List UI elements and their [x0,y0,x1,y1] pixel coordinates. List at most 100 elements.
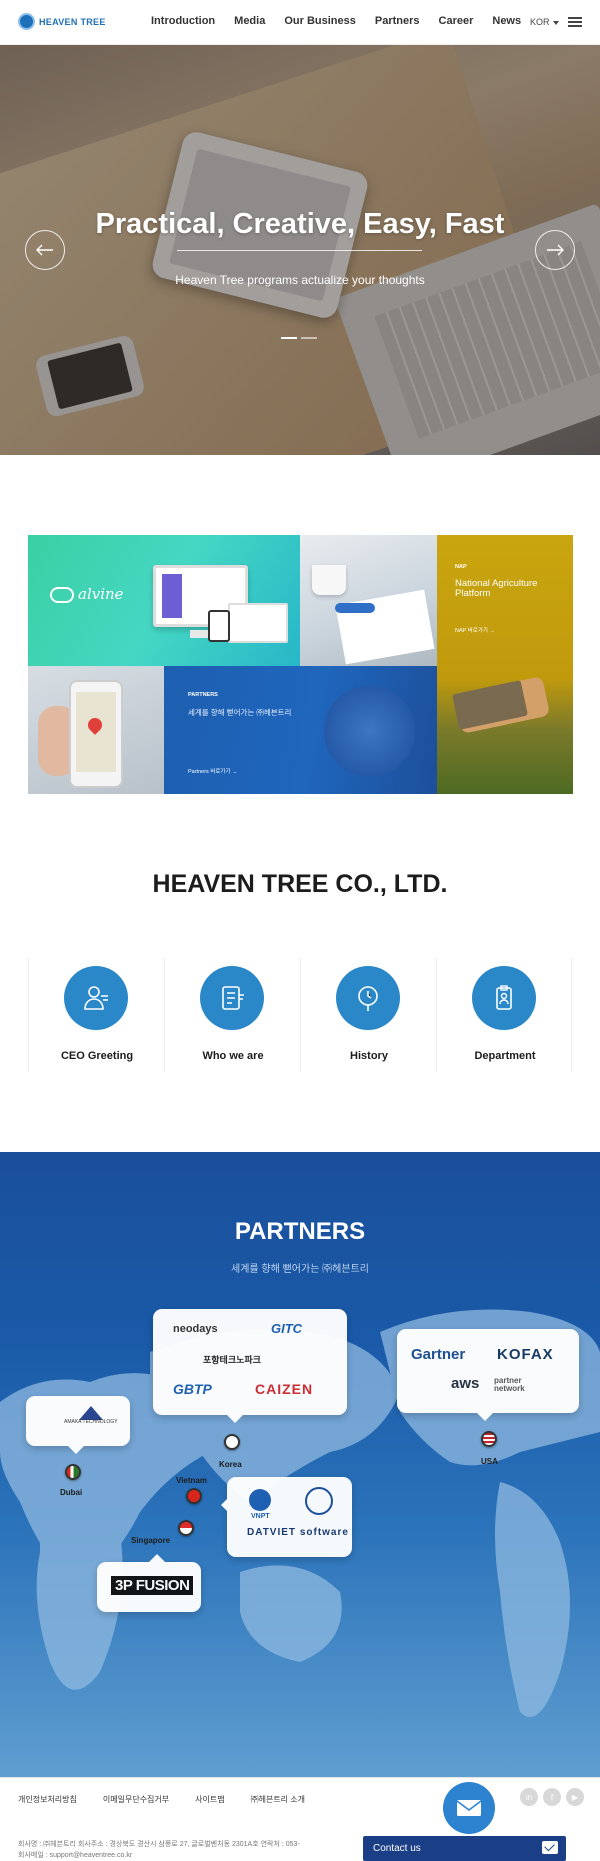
card-department[interactable]: Department [436,957,572,1072]
city-dubai: Dubai [60,1488,83,1497]
nap-title: National Agriculture Platform [455,578,538,600]
laptop-image [228,603,288,643]
page: HEAVEN TREE Introduction Media Our Busin… [0,0,600,1861]
aws-logo: aws [451,1375,480,1392]
contact-mail-icon [542,1841,558,1854]
footer-company-info: 회사명 : ㈜헤븐트리 회사주소 : 경상북도 경산시 삼풍로 27, 글로벌벤… [18,1841,300,1848]
amaka-logo: AMAKA TECHNOLOGY [64,1406,118,1425]
vietnam-flag-icon[interactable] [186,1488,202,1504]
card-icon-circle [200,966,264,1030]
mail-icon [456,1800,482,1816]
footer-privacy-link[interactable]: 개인정보처리방침 [18,1794,77,1805]
slider-dot-1[interactable] [281,337,297,339]
badge-icon [496,985,512,1010]
hero-title: Practical, Creative, Easy, Fast [95,208,505,240]
nap-tag: NAP [455,564,467,570]
tablet-image [208,610,230,642]
cloud-icon [50,587,74,603]
tile-alvine[interactable]: alvine [28,535,300,666]
card-label: CEO Greeting [60,1050,134,1062]
uae-flag-icon[interactable] [65,1464,81,1480]
hero-divider [177,250,422,251]
footer-email-policy-link[interactable]: 이메일무단수집거부 [103,1794,169,1805]
singapore-flag-icon[interactable] [178,1520,194,1536]
tile-desk-photo [300,535,437,666]
tile-partners[interactable]: PARTNERS 세계를 향해 뻗어가는 ㈜헤븐트리 Partners 바로가기… [164,666,437,794]
nav-our-business[interactable]: Our Business [284,15,356,27]
caret-down-icon [552,20,559,25]
hero-subtitle: Heaven Tree programs actualize your thou… [175,273,425,287]
partners-subtitle: 세계를 향해 뻗어가는 ㈜헤븐트리 [231,1264,369,1275]
footer-sitemap-link[interactable]: 사이트맵 [195,1794,224,1805]
clock-icon [358,986,378,1011]
facebook-icon[interactable]: f [543,1788,561,1806]
card-label: Department [474,1050,536,1062]
contact-us-bar[interactable]: Contact us [363,1836,566,1861]
hero-next-button[interactable] [535,230,575,270]
youtube-icon[interactable]: ▶ [566,1788,584,1806]
card-label: Who we are [202,1050,264,1062]
tile-map-phone [28,666,164,794]
amaka-text: AMAKA TECHNOLOGY [64,1419,118,1425]
hero-prev-button[interactable] [25,230,65,270]
footer-email-info: 회사메일 : support@heaventree.co.kr [18,1852,133,1859]
handshake-image [309,686,419,776]
heaven-tree-logo[interactable]: HEAVEN TREE [18,13,106,30]
card-ceo-greeting[interactable]: CEO Greeting [28,957,164,1072]
company-cards: CEO Greeting Who we are History Departme… [28,957,573,1072]
main-nav: Introduction Media Our Business Partners… [151,15,540,27]
vnpt-logo: VNPT [251,1513,270,1520]
partner-network-label: partner network [494,1376,525,1393]
paper-image [335,589,435,665]
menu-icon[interactable] [568,17,582,27]
card-icon-circle [64,966,128,1030]
bubble-korea: neodays GITC 포항테크노파크 GBTP CAIZEN [153,1309,347,1423]
language-selector[interactable]: KOR [530,17,559,27]
person-icon [84,986,108,1010]
contact-us-label: Contact us [373,1843,421,1854]
gartner-logo: Gartner [411,1346,466,1363]
nav-media[interactable]: Media [234,15,265,27]
bubble-dubai: AMAKA TECHNOLOGY [26,1396,130,1454]
nap-link[interactable]: NAP 바로가기 → [455,626,495,634]
logo-text: HEAVEN TREE [39,16,106,27]
gitc-logo: GITC [271,1321,303,1336]
alvine-brand: alvine [78,585,124,603]
slider-dot-2[interactable] [301,337,317,339]
nav-career[interactable]: Career [439,15,474,27]
pohang-technopark-logo: 포항테크노파크 [203,1355,261,1365]
card-who-we-are[interactable]: Who we are [164,957,300,1072]
datviet-logo: DATVIET software [247,1527,349,1538]
bubble-vietnam: VNPT DATVIET software [221,1477,352,1557]
kofax-logo: KOFAX [497,1346,554,1363]
floating-mail-button[interactable] [443,1782,495,1834]
arrow-left-icon [36,244,53,256]
korea-flag-icon[interactable] [224,1434,240,1450]
usa-flag-icon[interactable] [481,1431,497,1447]
tile-nap[interactable]: NAP National Agriculture Platform NAP 바로… [437,535,573,794]
caizen-logo: CAIZEN [255,1381,314,1397]
card-icon-circle [472,966,536,1030]
cup-image [312,565,346,595]
footer-about-link[interactable]: ㈜헤븐트리 소개 [251,1794,305,1805]
arrow-right-icon [547,244,564,256]
card-icon-circle [336,966,400,1030]
gbtp-logo: GBTP [173,1381,212,1397]
card-label: History [350,1050,388,1062]
nav-introduction[interactable]: Introduction [151,15,215,27]
city-korea: Korea [219,1460,242,1469]
nav-news[interactable]: News [492,15,521,27]
partners-tag: PARTNERS [188,692,218,698]
bubble-singapore: 3P FUSION [97,1554,201,1612]
bubble-usa: Gartner KOFAX aws partner network [397,1329,579,1421]
nav-partners[interactable]: Partners [375,15,420,27]
card-history[interactable]: History [300,957,436,1072]
partners-link[interactable]: Partners 바로가기 → [188,767,238,775]
partners-heading: PARTNERS [234,1218,366,1245]
slider-pagination [281,337,317,339]
linkedin-icon[interactable]: in [520,1788,538,1806]
neodays-logo: neodays [173,1323,218,1335]
city-vietnam: Vietnam [176,1476,207,1485]
document-icon [222,986,244,1010]
amaka-triangle-icon [78,1406,103,1420]
